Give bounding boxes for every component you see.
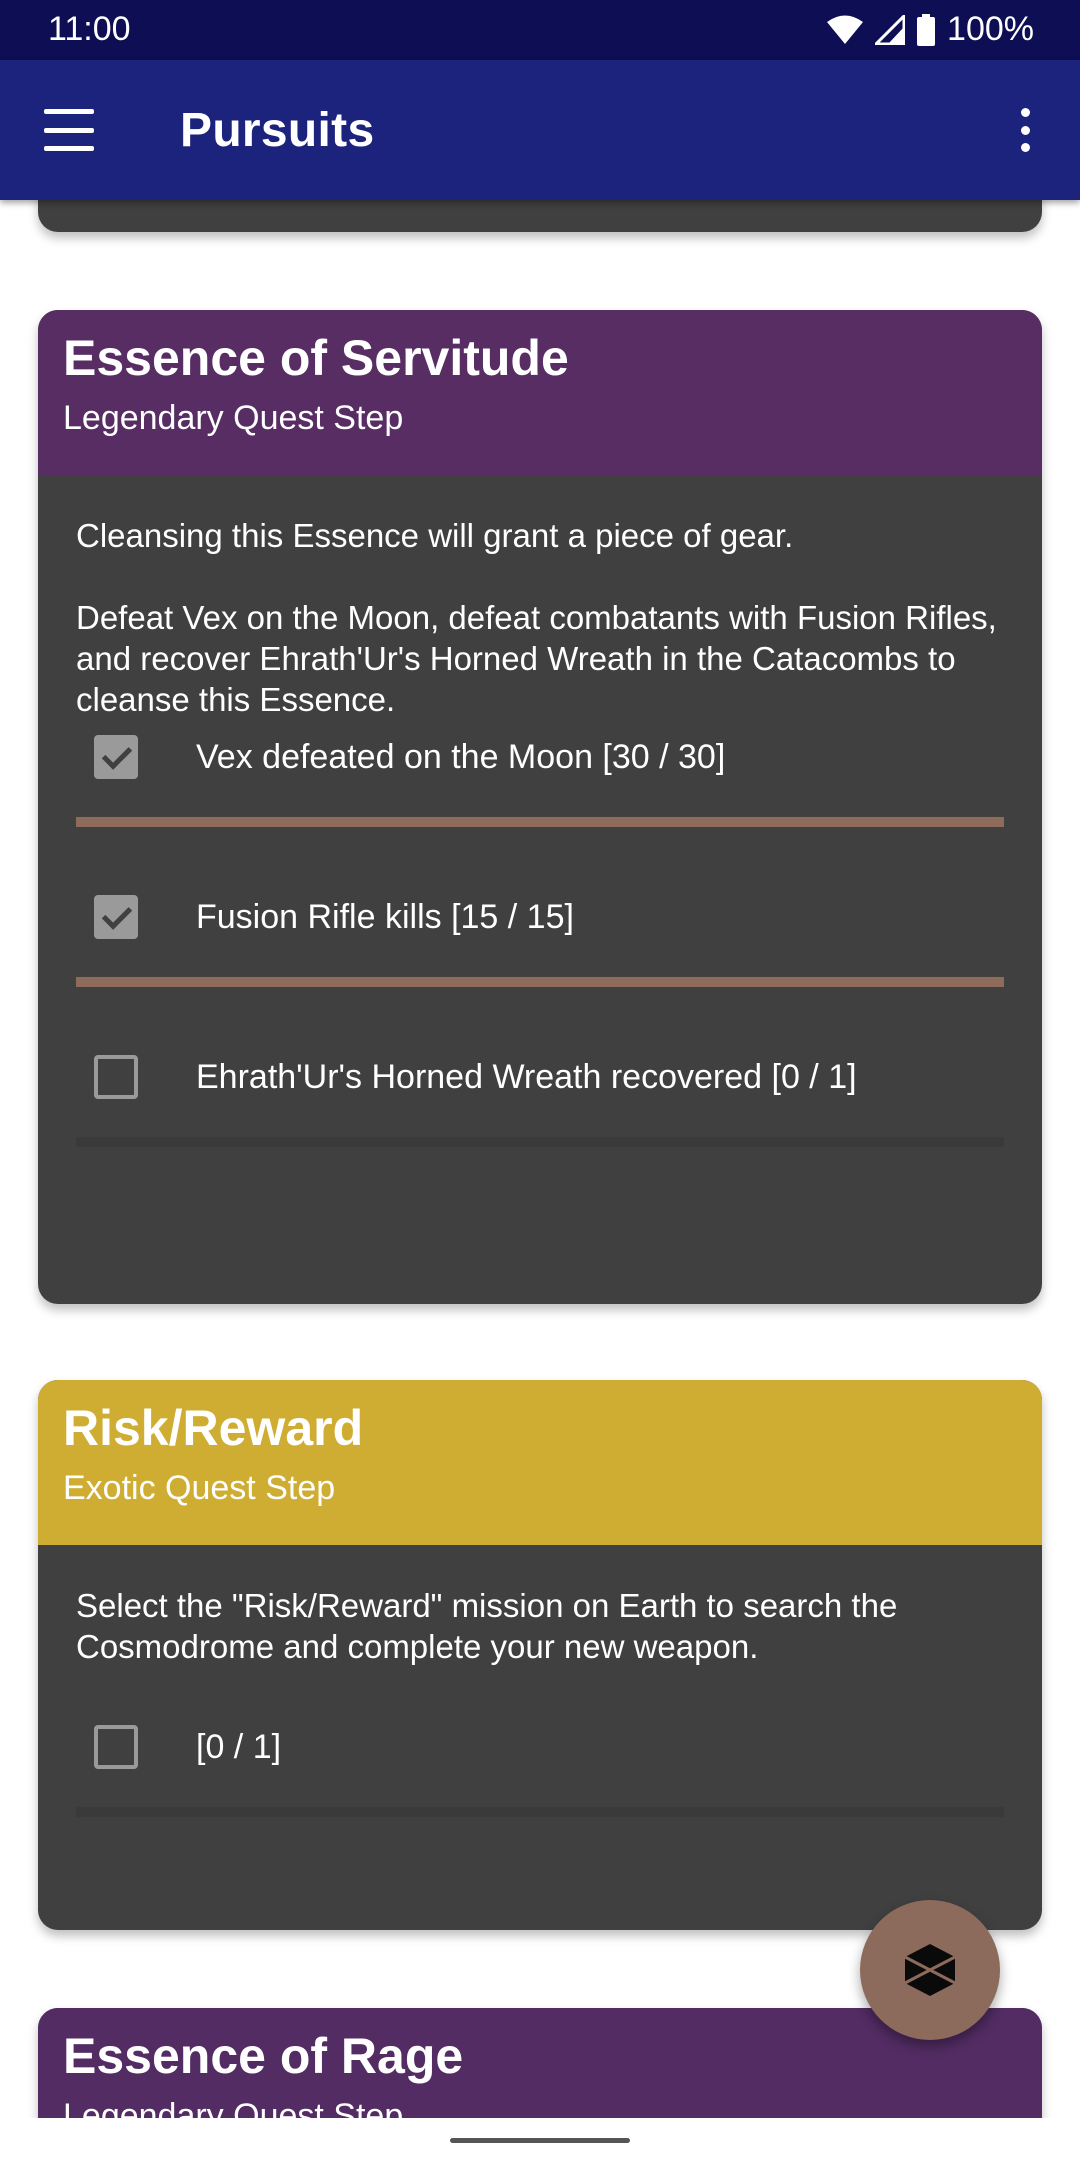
- battery-icon: [917, 13, 936, 46]
- objective-label: [0 / 1]: [196, 1728, 282, 1766]
- objective-progress-bar: [76, 1807, 1004, 1817]
- battery-percent: 100%: [947, 10, 1034, 48]
- status-time: 11:00: [48, 10, 131, 48]
- objective-label: Vex defeated on the Moon [30 / 30]: [196, 738, 726, 776]
- objective-checkbox: [94, 1055, 138, 1099]
- objective-checkbox: [94, 1725, 138, 1769]
- objective-progress-fill: [76, 817, 1004, 827]
- quest-description: Cleansing this Essence will grant a piec…: [76, 517, 997, 718]
- cell-signal-icon: [875, 14, 906, 45]
- page-title: Pursuits: [180, 104, 375, 157]
- previous-card-edge: [38, 200, 1042, 232]
- objective-progress-bar: [76, 977, 1004, 987]
- objective-progress-bar: [76, 817, 1004, 827]
- quest-subtitle: Legendary Quest Step: [63, 2097, 404, 2120]
- objective-item: [0 / 1]: [76, 1667, 1004, 1827]
- pursuits-list[interactable]: Essence of Servitude Legendary Quest Ste…: [0, 200, 1080, 2120]
- objective-checkbox: [94, 895, 138, 939]
- quest-card[interactable]: Risk/Reward Exotic Quest Step Select the…: [38, 1380, 1042, 1930]
- quest-title: Risk/Reward: [63, 1400, 364, 1456]
- navigation-bar: [0, 2118, 1080, 2160]
- quest-subtitle: Legendary Quest Step: [63, 399, 404, 437]
- status-icons: 100%: [827, 10, 1034, 49]
- ghost-fab-button[interactable]: [860, 1900, 1000, 2040]
- objective-progress-fill: [76, 977, 1004, 987]
- quest-card-body: Cleansing this Essence will grant a piec…: [38, 475, 1042, 1175]
- quest-title: Essence of Rage: [63, 2028, 464, 2084]
- quest-card-header: Essence of Servitude Legendary Quest Ste…: [38, 310, 1042, 475]
- quest-card-body: Select the "Risk/Reward" mission on Eart…: [38, 1545, 1042, 1827]
- quest-card-header: Risk/Reward Exotic Quest Step: [38, 1380, 1042, 1545]
- hamburger-menu-icon[interactable]: [44, 109, 94, 151]
- objective-item: Vex defeated on the Moon [30 / 30]: [76, 695, 1004, 855]
- quest-description: Select the "Risk/Reward" mission on Eart…: [76, 1587, 898, 1665]
- objective-item: Fusion Rifle kills [15 / 15]: [76, 855, 1004, 1015]
- objective-checkbox: [94, 735, 138, 779]
- objective-progress-bar: [76, 1137, 1004, 1147]
- more-vert-icon[interactable]: [1010, 108, 1040, 152]
- wifi-icon: [827, 15, 864, 44]
- objective-label: Fusion Rifle kills [15 / 15]: [196, 898, 574, 936]
- status-bar: 11:00 100%: [0, 0, 1080, 60]
- gesture-handle[interactable]: [450, 2138, 630, 2143]
- quest-card[interactable]: Essence of Servitude Legendary Quest Ste…: [38, 310, 1042, 1304]
- app-bar: Pursuits: [0, 60, 1080, 200]
- cube-icon: [904, 1944, 956, 1996]
- quest-title: Essence of Servitude: [63, 330, 569, 386]
- objective-label: Ehrath'Ur's Horned Wreath recovered [0 /…: [196, 1058, 857, 1096]
- quest-subtitle: Exotic Quest Step: [63, 1469, 336, 1507]
- objective-item: Ehrath'Ur's Horned Wreath recovered [0 /…: [76, 1015, 1004, 1175]
